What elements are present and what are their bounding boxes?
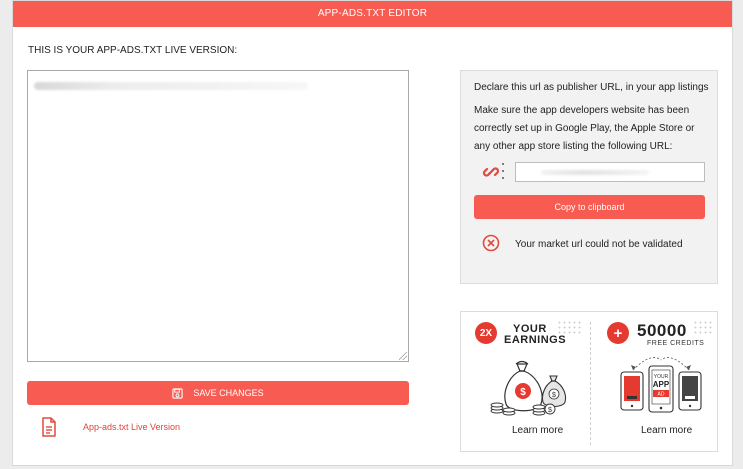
save-changes-label: SAVE CHANGES xyxy=(193,388,264,398)
decorative-dots xyxy=(557,320,583,334)
publisher-url-title: Declare this url as publisher URL, in yo… xyxy=(474,82,709,93)
svg-text:$: $ xyxy=(552,392,556,399)
promo-divider xyxy=(590,322,591,445)
learn-more-earnings[interactable]: Learn more xyxy=(512,425,563,436)
promo-banner[interactable]: 2X YOUR EARNINGS $ $ $ Learn more + 5000… xyxy=(460,311,718,452)
validation-error-text: Your market url could not be validated xyxy=(515,239,683,250)
copy-to-clipboard-button[interactable]: Copy to clipboard xyxy=(474,195,705,219)
phone-text-app: APP xyxy=(653,380,670,389)
publisher-url-description: Make sure the app developers website has… xyxy=(474,105,695,152)
publisher-url-box: Declare this url as publisher URL, in yo… xyxy=(460,70,718,284)
svg-text:$: $ xyxy=(548,407,552,414)
page-header: APP-ADS.TXT EDITOR xyxy=(13,1,732,27)
phones-icon: YOUR APP AD xyxy=(620,357,702,413)
redacted-content xyxy=(34,82,308,90)
decorative-dots xyxy=(693,320,713,334)
earnings-heading-line2: EARNINGS xyxy=(504,334,567,346)
live-version-link[interactable]: App-ads.txt Live Version xyxy=(83,422,180,432)
editor-panel: APP-ADS.TXT EDITOR THIS IS YOUR APP-ADS.… xyxy=(12,0,733,466)
live-version-row xyxy=(41,417,57,437)
link-divider-dots xyxy=(502,163,505,179)
error-circle-x-icon xyxy=(482,234,500,252)
chain-link-icon xyxy=(483,167,499,177)
credits-number: 50000 xyxy=(637,321,687,340)
document-icon[interactable] xyxy=(41,417,57,437)
learn-more-credits[interactable]: Learn more xyxy=(641,425,692,436)
redacted-url xyxy=(541,170,649,175)
live-version-title: THIS IS YOUR APP-ADS.TXT LIVE VERSION: xyxy=(28,45,238,56)
double-earnings-badge: 2X xyxy=(475,322,497,344)
credits-subtitle: FREE CREDITS xyxy=(647,340,705,347)
app-ads-textarea[interactable] xyxy=(27,70,409,362)
floppy-disk-icon xyxy=(172,387,183,399)
money-bags-icon: $ $ $ xyxy=(490,360,567,416)
resize-handle[interactable] xyxy=(399,352,407,360)
svg-text:$: $ xyxy=(520,387,526,398)
plus-badge: + xyxy=(607,322,629,344)
save-changes-button[interactable]: SAVE CHANGES xyxy=(27,381,409,405)
phone-text-ad: AD xyxy=(658,392,665,398)
